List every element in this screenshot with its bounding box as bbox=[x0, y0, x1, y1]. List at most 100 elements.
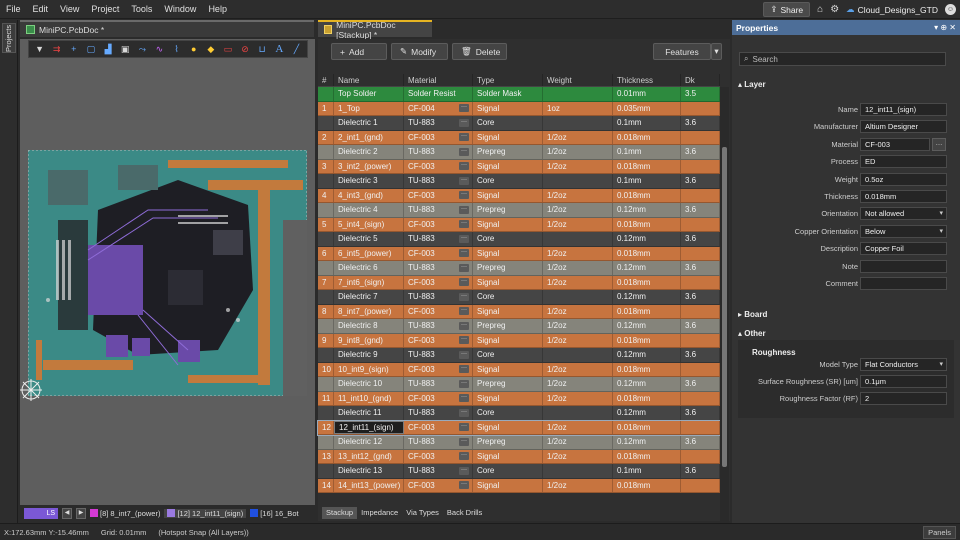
row-num[interactable]: 13 bbox=[318, 449, 334, 463]
row-weight[interactable]: 1/2oz bbox=[543, 377, 613, 391]
row-weight[interactable]: 1/2oz bbox=[543, 319, 613, 333]
tab-impedance[interactable]: Impedance bbox=[357, 507, 402, 519]
row-material[interactable]: Solder Resist bbox=[404, 87, 473, 101]
tune-icon[interactable]: ⌇ bbox=[171, 44, 182, 55]
modify-button[interactable]: ✎ Modify bbox=[391, 43, 448, 60]
row-num[interactable] bbox=[318, 290, 334, 304]
material-browse-button[interactable]: … bbox=[932, 138, 946, 151]
row-dk[interactable]: 3.6 bbox=[681, 348, 720, 362]
row-dk[interactable] bbox=[681, 217, 720, 231]
row-weight[interactable]: 1/2oz bbox=[543, 449, 613, 463]
material-picker-icon[interactable]: ··· bbox=[459, 466, 469, 475]
row-thickness[interactable]: 0.12mm bbox=[613, 348, 681, 362]
row-weight[interactable] bbox=[543, 87, 613, 101]
row-type[interactable]: Core bbox=[473, 232, 543, 246]
table-row[interactable]: 12 12_int11_(sign) CF-003 ··· Signal 1/2oz 0.0… bbox=[317, 419, 721, 436]
row-num[interactable] bbox=[318, 348, 334, 362]
material-picker-icon[interactable]: ··· bbox=[459, 133, 469, 142]
row-type[interactable]: Signal bbox=[473, 304, 543, 318]
col-type[interactable]: Type bbox=[473, 74, 543, 86]
row-dk[interactable] bbox=[681, 449, 720, 463]
row-material[interactable]: CF-003 ··· bbox=[404, 217, 473, 231]
row-num[interactable]: 2 bbox=[318, 130, 334, 144]
menu-edit[interactable]: Edit bbox=[27, 4, 55, 14]
diff-pair-icon[interactable]: ∿ bbox=[154, 44, 165, 55]
row-dk[interactable]: 3.6 bbox=[681, 290, 720, 304]
col-material[interactable]: Material bbox=[404, 74, 473, 86]
row-num[interactable] bbox=[318, 145, 334, 159]
row-name[interactable]: Dielectric 3 bbox=[334, 174, 404, 188]
row-dk[interactable] bbox=[681, 188, 720, 202]
home-icon[interactable]: ⌂ bbox=[817, 4, 823, 15]
row-name[interactable]: Dielectric 4 bbox=[334, 203, 404, 217]
row-thickness[interactable]: 0.018mm bbox=[613, 246, 681, 260]
row-material[interactable]: CF-003 ··· bbox=[404, 449, 473, 463]
row-type[interactable]: Core bbox=[473, 464, 543, 478]
property-field[interactable]: Altium Designer bbox=[860, 120, 947, 134]
material-picker-icon[interactable]: ··· bbox=[459, 147, 469, 156]
row-type[interactable]: Signal bbox=[473, 391, 543, 405]
table-row[interactable]: 3 3_int2_(power) CF-003 ··· Signal 1/2oz 0.018… bbox=[318, 159, 720, 174]
table-scrollbar[interactable] bbox=[720, 87, 729, 533]
row-material[interactable]: TU-883 ··· bbox=[404, 116, 473, 130]
row-type[interactable]: Signal bbox=[473, 420, 543, 434]
row-weight[interactable]: 1oz bbox=[543, 101, 613, 115]
material-picker-icon[interactable]: ··· bbox=[459, 481, 469, 490]
table-row[interactable]: Dielectric 10 TU-883 ··· Prepreg 1/2oz 0.12mm… bbox=[318, 377, 720, 392]
row-num[interactable] bbox=[318, 435, 334, 449]
row-type[interactable]: Prepreg bbox=[473, 319, 543, 333]
row-weight[interactable]: 1/2oz bbox=[543, 275, 613, 289]
table-row[interactable]: 7 7_int6_(sign) CF-003 ··· Signal 1/2oz 0.018m… bbox=[318, 275, 720, 290]
row-name[interactable]: 8_int7_(power) bbox=[334, 304, 404, 318]
row-thickness[interactable]: 0.018mm bbox=[613, 478, 681, 492]
property-field[interactable]: Not allowed bbox=[860, 207, 947, 221]
row-weight[interactable] bbox=[543, 406, 613, 420]
table-row[interactable]: 5 5_int4_(sign) CF-003 ··· Signal 1/2oz 0.018m… bbox=[318, 217, 720, 232]
row-material[interactable]: TU-883 ··· bbox=[404, 174, 473, 188]
row-weight[interactable]: 1/2oz bbox=[543, 391, 613, 405]
table-row[interactable]: Dielectric 11 TU-883 ··· Core 0.12mm 3.6 bbox=[318, 406, 720, 421]
material-picker-icon[interactable]: ··· bbox=[459, 307, 469, 316]
row-num[interactable]: 7 bbox=[318, 275, 334, 289]
material-picker-icon[interactable]: ··· bbox=[459, 336, 469, 345]
row-thickness[interactable]: 0.12mm bbox=[613, 319, 681, 333]
row-dk[interactable]: 3.6 bbox=[681, 232, 720, 246]
material-picker-icon[interactable]: ··· bbox=[459, 452, 469, 461]
row-type[interactable]: Core bbox=[473, 406, 543, 420]
row-thickness[interactable]: 0.018mm bbox=[613, 391, 681, 405]
roughness-field[interactable]: 0.1μm bbox=[860, 375, 947, 388]
row-num[interactable] bbox=[318, 319, 334, 333]
row-type[interactable]: Prepreg bbox=[473, 145, 543, 159]
row-material[interactable]: TU-883 ··· bbox=[404, 377, 473, 391]
material-picker-icon[interactable]: ··· bbox=[459, 394, 469, 403]
row-type[interactable]: Prepreg bbox=[473, 435, 543, 449]
row-dk[interactable] bbox=[681, 304, 720, 318]
tab-pcb[interactable]: MiniPC.PcbDoc * bbox=[20, 20, 314, 37]
tab-back-drills[interactable]: Back Drills bbox=[443, 507, 486, 519]
row-type[interactable]: Solder Mask bbox=[473, 87, 543, 101]
row-weight[interactable]: 1/2oz bbox=[543, 188, 613, 202]
row-material[interactable]: TU-883 ··· bbox=[404, 464, 473, 478]
row-name[interactable]: 4_int3_(gnd) bbox=[334, 188, 404, 202]
row-num[interactable]: 10 bbox=[318, 362, 334, 376]
row-dk[interactable]: 3.6 bbox=[681, 261, 720, 275]
row-weight[interactable]: 1/2oz bbox=[543, 304, 613, 318]
material-picker-icon[interactable]: ··· bbox=[459, 220, 469, 229]
features-dropdown-icon[interactable]: ▾ bbox=[711, 43, 722, 60]
row-material[interactable]: CF-003 ··· bbox=[404, 304, 473, 318]
row-name[interactable]: 6_int5_(power) bbox=[334, 246, 404, 260]
table-row[interactable]: Dielectric 1 TU-883 ··· Core 0.1mm 3.6 bbox=[318, 116, 720, 131]
row-dk[interactable] bbox=[681, 391, 720, 405]
row-type[interactable]: Core bbox=[473, 348, 543, 362]
row-type[interactable]: Signal bbox=[473, 159, 543, 173]
row-name[interactable]: 1_Top bbox=[334, 101, 404, 115]
row-weight[interactable]: 1/2oz bbox=[543, 362, 613, 376]
row-name[interactable]: 5_int4_(sign) bbox=[334, 217, 404, 231]
row-num[interactable] bbox=[318, 261, 334, 275]
table-row[interactable]: 9 9_int8_(gnd) CF-003 ··· Signal 1/2oz 0.018mm bbox=[318, 333, 720, 348]
row-num[interactable]: 4 bbox=[318, 188, 334, 202]
row-material[interactable]: CF-004 ··· bbox=[404, 101, 473, 115]
col-dk[interactable]: Dk bbox=[681, 74, 720, 86]
table-row[interactable]: 10 10_int9_(sign) CF-003 ··· Signal 1/2oz 0.01… bbox=[318, 362, 720, 377]
row-thickness[interactable]: 0.018mm bbox=[613, 420, 681, 434]
